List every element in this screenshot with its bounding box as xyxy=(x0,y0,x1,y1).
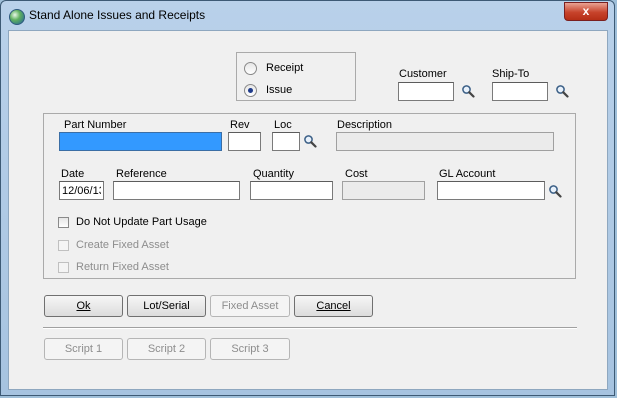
fixed-asset-button-label: Fixed Asset xyxy=(221,300,279,312)
gl-account-label: GL Account xyxy=(439,168,496,180)
button-separator xyxy=(43,327,577,329)
quantity-field[interactable] xyxy=(250,181,333,200)
return-fixed-asset-option: Return Fixed Asset xyxy=(58,260,169,274)
quantity-label: Quantity xyxy=(253,168,294,180)
script-2-button: Script 2 xyxy=(127,338,206,360)
create-fixed-asset-option: Create Fixed Asset xyxy=(58,238,169,252)
issue-radio[interactable] xyxy=(244,83,257,97)
return-fixed-asset-label: Return Fixed Asset xyxy=(76,261,169,273)
gl-account-field[interactable] xyxy=(437,181,545,200)
do-not-update-usage-checkbox[interactable] xyxy=(58,216,69,228)
transaction-type-group: Receipt Issue xyxy=(236,52,356,101)
date-field[interactable] xyxy=(59,181,104,200)
receipt-radio[interactable] xyxy=(244,61,257,75)
dialog-window: Stand Alone Issues and Receipts x Receip… xyxy=(0,0,615,396)
loc-label: Loc xyxy=(274,119,292,131)
ship-to-field[interactable] xyxy=(492,82,548,101)
script-2-button-label: Script 2 xyxy=(147,343,186,355)
window-title: Stand Alone Issues and Receipts xyxy=(29,8,206,22)
gl-account-search-icon[interactable] xyxy=(548,184,562,198)
create-fixed-asset-label: Create Fixed Asset xyxy=(76,239,169,251)
issue-label: Issue xyxy=(266,84,293,96)
do-not-update-usage-option[interactable]: Do Not Update Part Usage xyxy=(58,215,207,229)
reference-field[interactable] xyxy=(113,181,240,200)
customer-field[interactable] xyxy=(398,82,454,101)
rev-field[interactable] xyxy=(228,132,261,151)
ship-to-search-icon[interactable] xyxy=(555,84,569,98)
rev-label: Rev xyxy=(230,119,250,131)
ship-to-label: Ship-To xyxy=(492,68,530,80)
customer-search-icon[interactable] xyxy=(461,84,475,98)
reference-label: Reference xyxy=(116,168,167,180)
cost-field xyxy=(342,181,425,200)
part-number-field[interactable] xyxy=(59,132,222,151)
lot-serial-button[interactable]: Lot/Serial xyxy=(127,295,206,317)
loc-field[interactable] xyxy=(272,132,300,151)
description-field xyxy=(336,132,554,151)
description-label: Description xyxy=(337,119,393,131)
cancel-button[interactable]: Cancel xyxy=(294,295,373,317)
customer-label: Customer xyxy=(399,68,447,80)
ok-button[interactable]: Ok xyxy=(44,295,123,317)
script-3-button: Script 3 xyxy=(210,338,290,360)
script-1-button: Script 1 xyxy=(44,338,123,360)
script-3-button-label: Script 3 xyxy=(231,343,269,355)
dialog-body: Receipt Issue Customer Ship-To Part Numb… xyxy=(8,30,608,390)
title-bar[interactable]: Stand Alone Issues and Receipts x xyxy=(1,1,614,31)
part-number-label: Part Number xyxy=(64,119,127,131)
receipt-option[interactable]: Receipt xyxy=(244,60,303,76)
cancel-button-label: Cancel xyxy=(316,300,351,312)
cost-label: Cost xyxy=(345,168,368,180)
do-not-update-usage-label: Do Not Update Part Usage xyxy=(76,216,207,228)
lot-serial-button-label: Lot/Serial xyxy=(143,300,190,312)
close-button[interactable]: x xyxy=(564,2,608,21)
app-icon xyxy=(9,9,25,25)
create-fixed-asset-checkbox xyxy=(58,239,69,251)
script-1-button-label: Script 1 xyxy=(64,343,103,355)
date-label: Date xyxy=(61,168,85,180)
return-fixed-asset-checkbox xyxy=(58,261,69,273)
fixed-asset-button: Fixed Asset xyxy=(210,295,290,317)
issue-option[interactable]: Issue xyxy=(244,82,292,98)
ok-button-label: Ok xyxy=(76,300,91,312)
loc-search-icon[interactable] xyxy=(303,134,317,148)
receipt-label: Receipt xyxy=(266,62,304,74)
